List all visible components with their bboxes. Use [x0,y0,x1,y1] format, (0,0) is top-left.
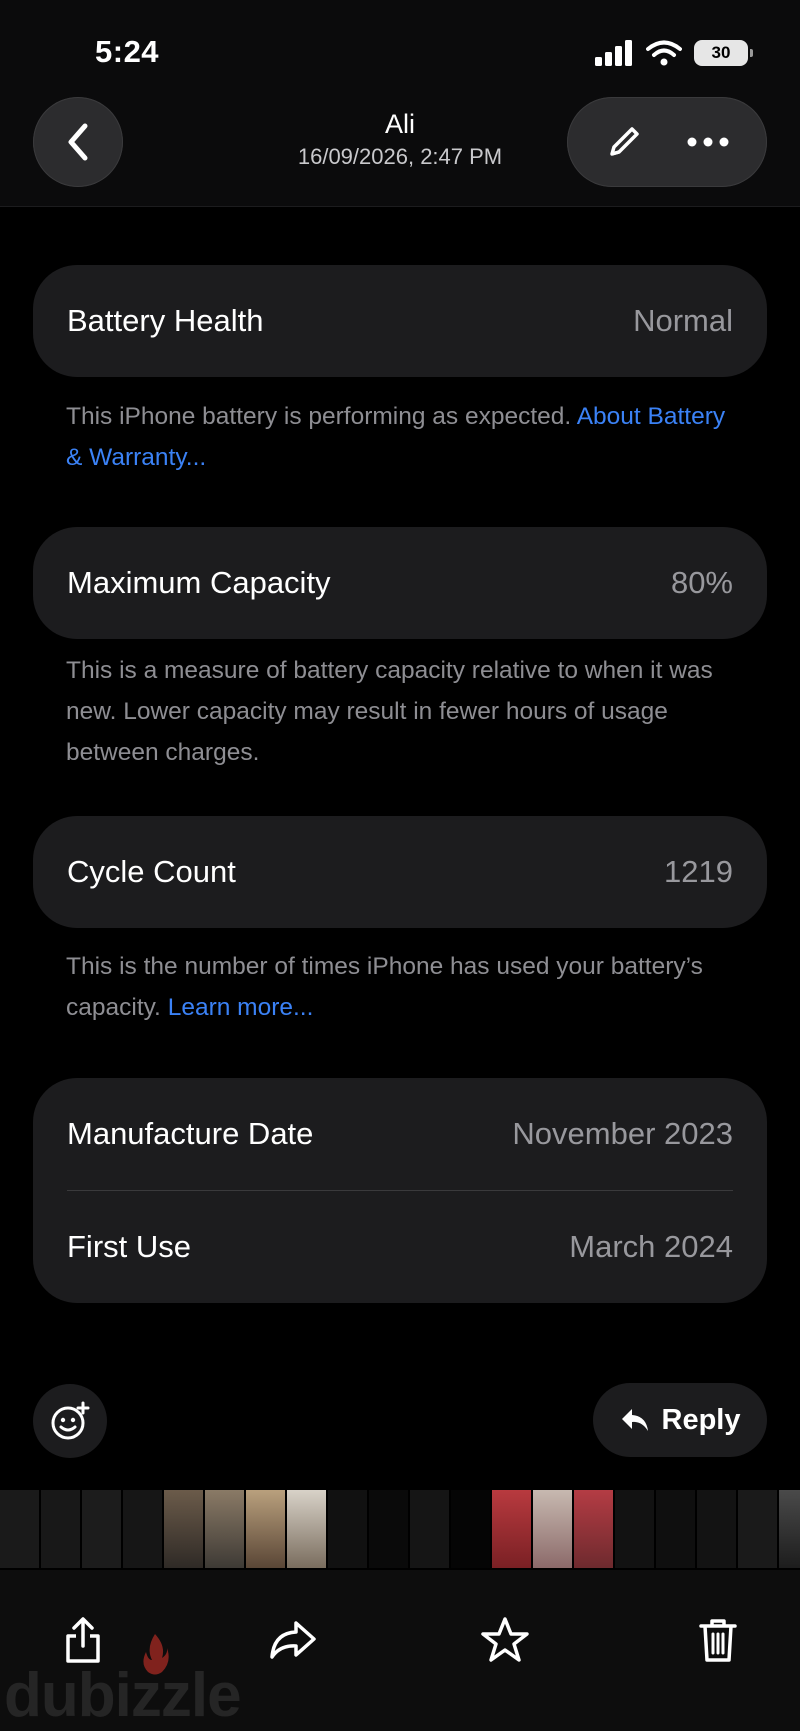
battery-health-value: Normal [633,303,733,338]
pencil-icon [610,127,639,156]
signal-icon [595,40,632,66]
thumbnail[interactable] [410,1490,449,1568]
first-use-row: First Use March 2024 [33,1191,767,1303]
more-button[interactable] [686,136,730,148]
max-capacity-value: 80% [670,565,733,600]
max-capacity-card: Maximum Capacity 80% [33,527,767,639]
message-header: Ali 16/09/2026, 2:47 PM [0,95,800,207]
manufacture-date-row: Manufacture Date November 2023 [33,1078,767,1190]
cycle-count-note: This is the number of times iPhone has u… [66,946,746,1028]
max-capacity-label: Maximum Capacity [67,565,331,600]
cycle-count-note-text: This is the number of times iPhone has u… [66,953,703,1021]
favorite-button[interactable] [475,1610,535,1670]
add-reaction-button[interactable] [33,1384,107,1458]
battery-health-note: This iPhone battery is performing as exp… [66,396,746,478]
thumbnail[interactable] [574,1490,613,1568]
battery-health-card: Battery Health Normal [33,265,767,377]
battery-level: 30 [711,43,731,62]
thumbnail[interactable] [697,1490,736,1568]
reply-arrow-icon [621,1409,648,1431]
flame-logo-icon [143,1634,169,1675]
trash-icon [699,1619,737,1662]
thumbnail[interactable] [82,1490,121,1568]
reply-label: Reply [661,1403,741,1436]
thumbnail[interactable] [369,1490,408,1568]
thumbnail[interactable] [492,1490,531,1568]
sender-name: Ali [384,109,415,139]
header-actions [567,97,767,187]
more-icon [687,137,729,147]
share-icon [66,1617,100,1663]
battery-health-note-text: This iPhone battery is performing as exp… [66,403,572,430]
back-button[interactable] [33,97,123,187]
back-chevron-icon [68,123,88,161]
max-capacity-note: This is a measure of battery capacity re… [66,657,713,766]
thumbnail[interactable] [533,1490,572,1568]
cycle-count-card: Cycle Count 1219 [33,816,767,928]
watermark-logo: dubizzle [4,1661,242,1730]
status-icons: 30 [594,40,753,66]
thumbnail[interactable] [656,1490,695,1568]
thumbnail[interactable] [615,1490,654,1568]
status-bar: 5:24 30 [0,0,800,100]
edit-button[interactable] [604,122,644,162]
cycle-count-value: 1219 [664,854,733,889]
add-emoji-icon [51,1401,90,1440]
first-use-label: First Use [67,1229,191,1264]
wifi-icon [646,40,682,66]
thumbnail[interactable] [41,1490,80,1568]
thumbnail[interactable] [451,1490,490,1568]
thumbnail[interactable] [779,1490,800,1568]
cycle-count-row: Cycle Count 1219 [33,816,767,928]
battery-icon: 30 [694,40,753,66]
delete-button[interactable] [688,1610,748,1670]
max-capacity-row: Maximum Capacity 80% [33,527,767,639]
battery-health-row: Battery Health Normal [33,265,767,377]
thumbnail[interactable] [205,1490,244,1568]
dates-card: Manufacture Date November 2023 First Use… [33,1078,767,1303]
reply-button[interactable]: Reply [593,1383,767,1457]
star-icon [481,1617,529,1662]
manufacture-date-value: November 2023 [512,1116,733,1151]
thumbnail[interactable] [164,1490,203,1568]
first-use-value: March 2024 [569,1229,733,1264]
thumbnail[interactable] [328,1490,367,1568]
manufacture-date-label: Manufacture Date [67,1116,314,1151]
thumbnail[interactable] [287,1490,326,1568]
status-time: 5:24 [95,34,160,69]
header-title: Ali 16/09/2026, 2:47 PM [200,109,600,170]
message-date: 16/09/2026, 2:47 PM [297,144,503,169]
cycle-count-label: Cycle Count [67,854,236,889]
thumbnail[interactable] [738,1490,777,1568]
battery-health-label: Battery Health [67,303,264,338]
thumbnail[interactable] [123,1490,162,1568]
thumbnail[interactable] [0,1490,39,1568]
thumbnail-strip[interactable] [0,1490,800,1568]
forward-icon [270,1621,316,1659]
learn-more-link[interactable]: Learn more... [168,994,314,1021]
thumbnail[interactable] [246,1490,285,1568]
